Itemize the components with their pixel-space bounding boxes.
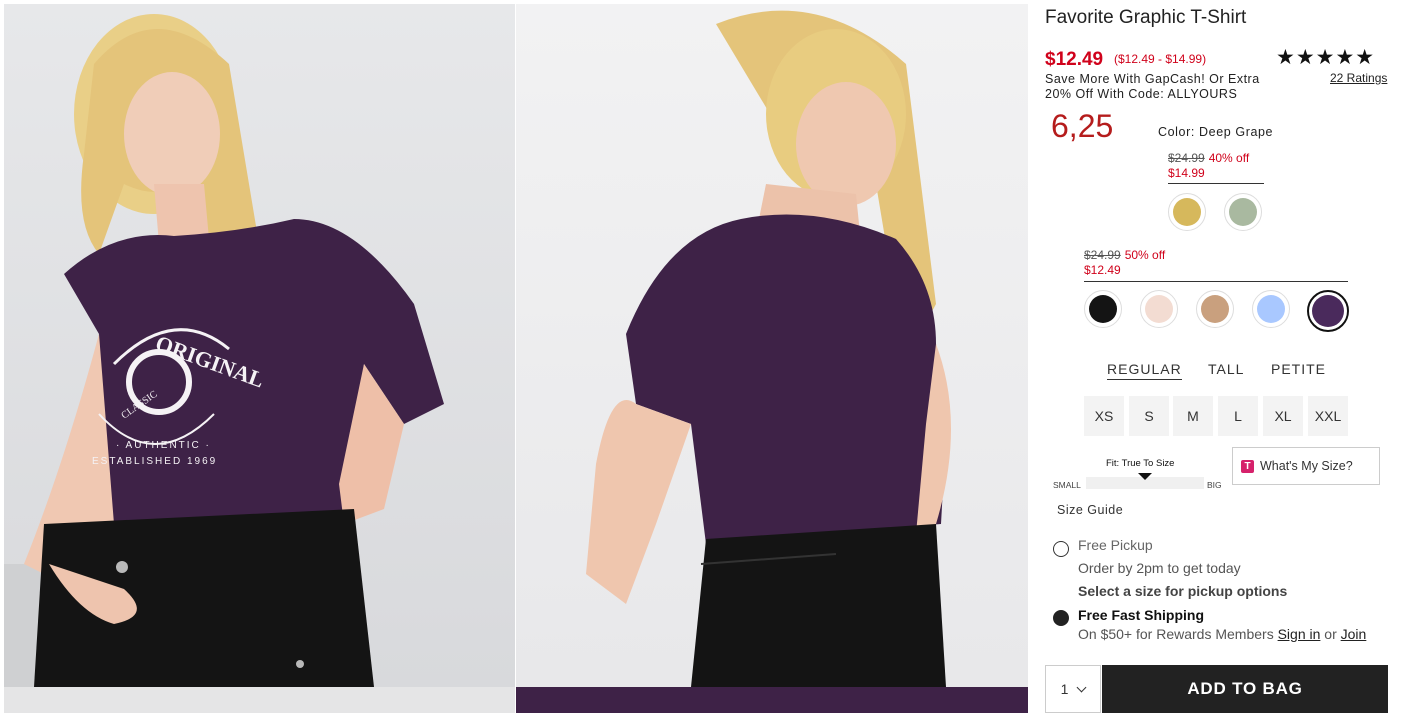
photo-strip-dark (516, 687, 1028, 713)
swatch-color-deep-grape (1312, 295, 1344, 327)
size-guide-link[interactable]: Size Guide (1057, 503, 1123, 517)
sale-price: $12.49 (1045, 49, 1104, 70)
size-m-button[interactable]: M (1173, 396, 1213, 436)
swatch-color-sage (1229, 198, 1257, 226)
size-xs-button[interactable]: XS (1084, 396, 1124, 436)
shipping-terms: On $50+ for Rewards Members Sign in or J… (1078, 626, 1366, 642)
tier-discount: 50% off (1124, 248, 1166, 262)
size-l-button[interactable]: L (1218, 396, 1258, 436)
swatch-tan-print[interactable] (1196, 290, 1234, 328)
tier-old-price: $24.99 (1084, 248, 1121, 262)
product-title: Favorite Graphic T-Shirt (1045, 7, 1247, 28)
tier-new-price: $12.49 (1084, 263, 1121, 277)
product-photo-back[interactable] (516, 4, 1028, 687)
pickup-radio[interactable] (1053, 541, 1069, 557)
star-rating-icon: ★★★★★ (1276, 46, 1376, 69)
shipping-title: Free Fast Shipping (1078, 607, 1205, 623)
product-photo-front[interactable]: ORIGINAL CLASSIC · AUTHENTIC · ESTABLISH… (4, 4, 515, 687)
model-back-illustration (586, 10, 951, 687)
tier-new-price: $14.99 (1168, 166, 1205, 180)
product-info-panel: Favorite Graphic T-Shirt $12.49 ($12.49 … (1044, 0, 1404, 713)
tab-regular[interactable]: REGULAR (1107, 361, 1182, 380)
tier-divider (1084, 281, 1348, 282)
tier-old-price: $24.99 (1168, 151, 1205, 165)
print-word-established: ESTABLISHED 1969 (92, 456, 217, 467)
fit-indicator-icon (1138, 473, 1152, 480)
converted-price: 6,25 (1051, 108, 1114, 144)
swatch-blush[interactable] (1140, 290, 1178, 328)
tier-discount: 40% off (1208, 151, 1250, 165)
or-text: or (1324, 626, 1337, 642)
swatch-color-blush (1145, 295, 1173, 323)
photo-strip (4, 687, 515, 713)
sign-in-link[interactable]: Sign in (1278, 626, 1321, 642)
pickup-cutoff: Order by 2pm to get today (1078, 560, 1241, 576)
join-link[interactable]: Join (1341, 626, 1367, 642)
color-label: Color: Deep Grape (1158, 125, 1274, 139)
price-range: ($12.49 - $14.99) (1114, 52, 1207, 66)
true-fit-icon: T (1241, 459, 1254, 473)
fit-big-label: BIG (1207, 480, 1222, 490)
swatch-color-light-blue (1257, 295, 1285, 323)
price-tier-2: $24.99 50% off $12.49 (1084, 248, 1165, 277)
tab-tall[interactable]: TALL (1208, 361, 1244, 377)
promo-text: Save More With GapCash! Or Extra 20% Off… (1045, 72, 1260, 101)
quantity-select[interactable]: 1 (1045, 665, 1101, 713)
shipping-terms-text: On $50+ for Rewards Members (1078, 626, 1274, 642)
ratings-link[interactable]: 22 Ratings (1330, 71, 1387, 85)
print-word-authentic: · AUTHENTIC · (116, 440, 211, 451)
quantity-value: 1 (1060, 681, 1069, 697)
tab-petite[interactable]: PETITE (1271, 361, 1326, 377)
swatch-black[interactable] (1084, 290, 1122, 328)
pickup-title: Free Pickup (1078, 537, 1153, 553)
swatch-deep-grape[interactable] (1307, 290, 1349, 332)
swatch-light-blue[interactable] (1252, 290, 1290, 328)
shipping-radio[interactable] (1053, 610, 1069, 626)
size-xxl-button[interactable]: XXL (1308, 396, 1348, 436)
fit-meter-title: Fit: True To Size (1106, 458, 1175, 469)
swatch-mustard[interactable] (1168, 193, 1206, 231)
size-s-button[interactable]: S (1129, 396, 1169, 436)
swatch-sage[interactable] (1224, 193, 1262, 231)
add-to-bag-button[interactable]: ADD TO BAG (1102, 665, 1388, 713)
whats-my-size-button[interactable]: T What's My Size? (1232, 447, 1380, 485)
chevron-down-icon (1076, 682, 1087, 692)
fit-small-label: SMALL (1053, 480, 1081, 490)
model-front-illustration: ORIGINAL CLASSIC · AUTHENTIC · ESTABLISH… (4, 14, 444, 687)
tier-divider (1168, 183, 1264, 184)
whats-my-size-label: What's My Size? (1260, 459, 1353, 473)
pickup-hint: Select a size for pickup options (1078, 583, 1288, 599)
price-tier-1: $24.99 40% off $14.99 (1168, 151, 1249, 180)
swatch-color-tan-print (1201, 295, 1229, 323)
swatch-color-mustard (1173, 198, 1201, 226)
swatch-color-black (1089, 295, 1117, 323)
size-xl-button[interactable]: XL (1263, 396, 1303, 436)
